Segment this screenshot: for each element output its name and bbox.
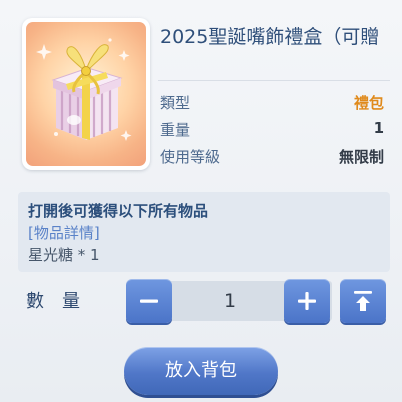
info-value: 禮包 bbox=[353, 94, 384, 112]
item-detail-panel: 2025聖誕嘴飾禮盒（可贈 類型 禮包 重量 1 使用等級 無限制 打開後可獲得… bbox=[0, 0, 402, 402]
minus-icon bbox=[140, 299, 158, 303]
quantity-value[interactable]: 1 bbox=[174, 281, 286, 321]
increase-button[interactable] bbox=[284, 279, 330, 323]
info-label: 重量 bbox=[160, 121, 191, 139]
info-label: 類型 bbox=[160, 94, 191, 112]
description-box: 打開後可獲得以下所有物品 [物品詳情] 星光糖 * 1 bbox=[18, 192, 390, 272]
info-row-weight: 重量 1 bbox=[160, 119, 384, 141]
info-value: 無限制 bbox=[338, 148, 384, 166]
plus-icon bbox=[298, 292, 316, 310]
put-in-bag-button[interactable]: 放入背包 bbox=[124, 347, 278, 395]
decrease-button[interactable] bbox=[126, 279, 172, 323]
info-label: 使用等級 bbox=[160, 148, 221, 166]
max-quantity-button[interactable] bbox=[340, 279, 386, 323]
gift-box-image bbox=[26, 22, 146, 166]
info-row-type: 類型 禮包 bbox=[160, 92, 384, 114]
info-value: 1 bbox=[373, 119, 384, 137]
arrow-to-top-icon bbox=[354, 291, 372, 311]
contents-text: 星光糖 * 1 bbox=[28, 246, 100, 264]
quantity-label: 數量 bbox=[26, 291, 98, 312]
description-text: 打開後可獲得以下所有物品 bbox=[28, 202, 209, 220]
title-divider bbox=[158, 80, 390, 81]
item-title: 2025聖誕嘴飾禮盒（可贈 bbox=[160, 26, 380, 48]
item-thumbnail bbox=[22, 18, 150, 170]
info-row-level: 使用等級 無限制 bbox=[160, 146, 384, 168]
item-details-link[interactable]: [物品詳情] bbox=[28, 222, 100, 243]
